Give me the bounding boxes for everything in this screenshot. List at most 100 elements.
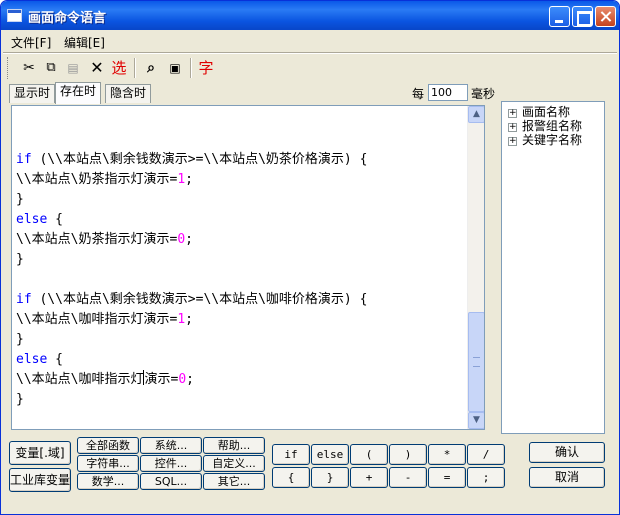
operator-button[interactable]: * [428,444,466,465]
operator-button[interactable]: } [311,467,349,488]
maximize-button[interactable] [572,6,593,27]
code-text: ; [185,172,193,187]
tree-item-screen-names[interactable]: + 画面名称 [508,105,570,119]
tree-item-alarm-groups[interactable]: + 报警组名称 [508,119,582,133]
string-functions-button[interactable]: 字符串... [77,455,139,472]
code-editor[interactable]: if (\\本站点\剩余钱数演示>=\\本站点\奶茶价格演示) {\\本站点\奶… [11,105,485,430]
code-text: ; [185,312,193,327]
title-bar[interactable]: 画面命令语言 [1,1,619,30]
code-text[interactable]: if (\\本站点\剩余钱数演示>=\\本站点\奶茶价格演示) {\\本站点\奶… [16,130,367,410]
select-icon[interactable]: 选 [109,58,129,78]
operator-button[interactable]: = [428,467,466,488]
window-title: 画面命令语言 [28,11,107,26]
custom-functions-button[interactable]: 自定义... [203,455,265,472]
code-text: \\本站点\咖啡指示灯 [16,372,144,387]
code-line[interactable]: \\本站点\咖啡指示灯演示=1; [16,310,367,330]
code-line[interactable]: if (\\本站点\剩余钱数演示>=\\本站点\咖啡价格演示) { [16,290,367,310]
menu-bar: 文件[F] 编辑[E] [1,31,619,51]
cancel-button[interactable]: 取消 [529,467,605,488]
code-line[interactable]: if (\\本站点\剩余钱数演示>=\\本站点\奶茶价格演示) { [16,150,367,170]
operator-button[interactable]: if [272,444,310,465]
code-text: } [16,392,24,407]
scroll-thumb[interactable] [468,312,484,412]
system-functions-button[interactable]: 系统... [140,437,202,454]
sql-functions-button[interactable]: SQL... [140,473,202,490]
code-line[interactable]: else { [16,350,367,370]
toolbar-separator [134,58,136,78]
code-text: ; [185,232,193,247]
operator-button[interactable]: / [467,444,505,465]
toolbar-separator [190,58,192,78]
code-number: 0 [178,372,187,387]
confirm-button[interactable]: 确认 [529,442,605,463]
code-text: { [47,352,63,367]
code-text: } [16,332,24,347]
control-functions-button[interactable]: 控件... [140,455,202,472]
replace-icon[interactable]: ▣ [165,58,185,78]
variable-button[interactable]: 变量[.域] [9,441,71,465]
tree-item-keywords[interactable]: + 关键字名称 [508,133,582,147]
code-text: { [47,212,63,227]
editor-scrollbar[interactable]: ▲ ▼ [467,106,484,429]
interval-unit: 毫秒 [471,87,496,101]
tab-exist[interactable]: 存在时 [55,82,102,104]
operator-button[interactable]: - [389,467,427,488]
code-line[interactable]: else { [16,210,367,230]
all-functions-button[interactable]: 全部函数 [77,437,139,454]
expand-icon[interactable]: + [508,123,517,132]
operator-button[interactable]: ) [389,444,427,465]
menu-file[interactable]: 文件[F] [11,34,51,51]
scroll-down-button[interactable]: ▼ [468,412,484,429]
code-text: 演示= [144,372,179,387]
close-button[interactable] [595,6,616,27]
window-icon [7,9,22,22]
code-text: } [16,252,24,267]
code-line[interactable] [16,270,367,290]
scroll-up-button[interactable]: ▲ [468,106,484,123]
operator-button[interactable]: ; [467,467,505,488]
minimize-button[interactable] [549,6,570,27]
code-text: } [16,192,24,207]
expand-icon[interactable]: + [508,137,517,146]
code-text: (\\本站点\剩余钱数演示>=\\本站点\咖啡价格演示) { [31,292,368,307]
interval-label: 每 [412,87,425,101]
toolbar: ✂ ⧉ ▤ ✕ 选 ⌕ ▣ 字 [1,54,619,82]
cut-icon[interactable]: ✂ [19,58,39,78]
code-text: ; [186,372,194,387]
operator-button[interactable]: + [350,467,388,488]
other-functions-button[interactable]: 其它... [203,473,265,490]
toolbar-grip[interactable] [7,57,10,79]
math-functions-button[interactable]: 数学... [77,473,139,490]
font-icon[interactable]: 字 [196,58,216,78]
menu-edit[interactable]: 编辑[E] [64,34,105,51]
delete-icon[interactable]: ✕ [87,58,107,78]
code-keyword: if [16,152,32,167]
code-line[interactable]: } [16,390,367,410]
code-line[interactable]: } [16,250,367,270]
help-button[interactable]: 帮助... [203,437,265,454]
operator-button[interactable]: ( [350,444,388,465]
code-line[interactable]: \\本站点\奶茶指示灯演示=1; [16,170,367,190]
name-tree[interactable]: + 画面名称 + 报警组名称 + 关键字名称 [501,101,605,434]
code-line[interactable]: \\本站点\奶茶指示灯演示=0; [16,230,367,250]
code-text: \\本站点\咖啡指示灯演示= [16,312,178,327]
db-variable-button[interactable]: 工业库变量 [9,468,71,492]
code-line[interactable] [16,130,367,150]
expand-icon[interactable]: + [508,109,517,118]
operator-button[interactable]: { [272,467,310,488]
code-line[interactable]: \\本站点\咖啡指示灯演示=0; [16,370,367,390]
code-line[interactable]: } [16,190,367,210]
command-language-window: 画面命令语言 文件[F] 编辑[E] ✂ ⧉ ▤ ✕ 选 ⌕ ▣ 字 显示时 存… [0,0,620,515]
find-icon[interactable]: ⌕ [141,58,161,78]
interval-input[interactable]: 100 [428,84,468,101]
code-text: (\\本站点\剩余钱数演示>=\\本站点\奶茶价格演示) { [31,152,368,167]
tab-hidden[interactable]: 隐含时 [105,84,152,103]
code-text: \\本站点\奶茶指示灯演示= [16,172,178,187]
tab-show[interactable]: 显示时 [9,84,56,103]
operator-button[interactable]: else [311,444,349,465]
paste-icon[interactable]: ▤ [63,58,83,78]
code-line[interactable]: } [16,330,367,350]
code-number: 0 [177,232,186,247]
copy-icon[interactable]: ⧉ [41,58,61,78]
code-keyword: else [16,212,48,227]
